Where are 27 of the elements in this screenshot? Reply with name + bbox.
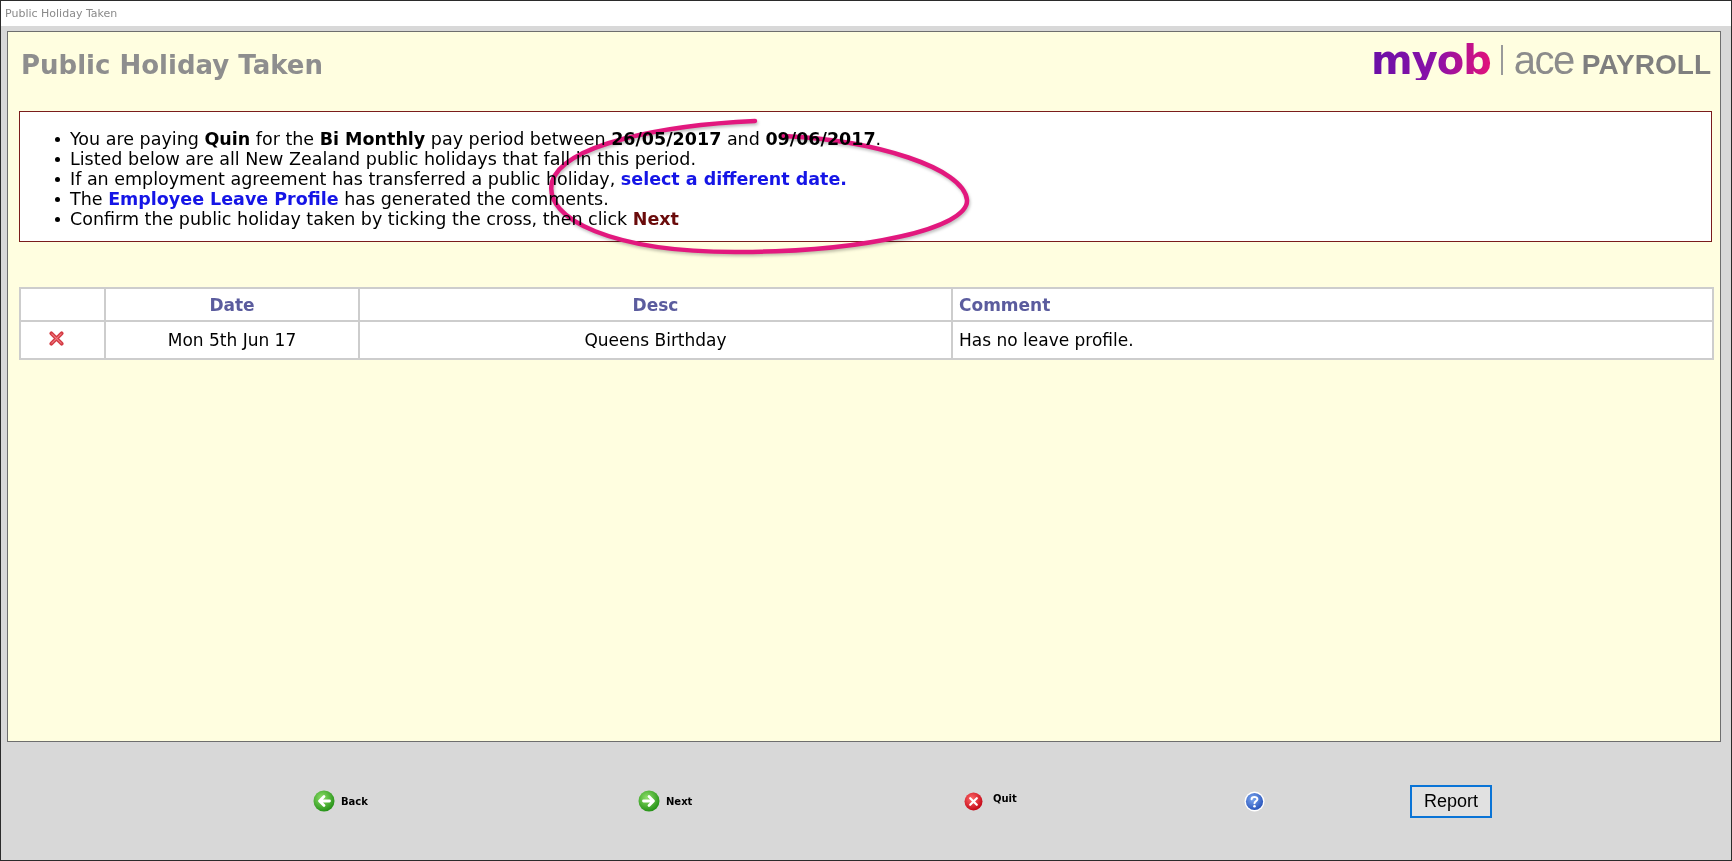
report-button[interactable]: Report — [1410, 784, 1492, 818]
logo-product: ace — [1513, 40, 1574, 80]
next-button[interactable]: Next — [638, 790, 693, 812]
page-heading: Public Holiday Taken — [20, 50, 323, 82]
cross-icon[interactable] — [49, 330, 64, 346]
column-header: Desc — [359, 288, 952, 321]
column-header: Date — [105, 288, 359, 321]
bullet-icon — [55, 136, 60, 142]
help-button[interactable] — [1244, 790, 1265, 812]
bullet-icon — [55, 196, 60, 202]
x-circle-icon — [964, 791, 983, 811]
text-link[interactable]: select a different date. — [620, 169, 847, 189]
column-header: Comment — [952, 288, 1713, 321]
instruction-text: Listed below are all New Zealand public holidays that fall in this period. — [70, 149, 696, 169]
help-icon — [1244, 790, 1265, 812]
table-cell: Mon 5th Jun 17 — [105, 321, 359, 359]
quit-button[interactable]: Quit — [964, 791, 1017, 811]
logo-edition: PAYROLL — [1581, 51, 1711, 79]
table-cell: Has no leave profile. — [952, 321, 1713, 359]
back-button[interactable]: Back — [313, 790, 368, 812]
bullet-icon — [55, 216, 60, 222]
logo-brand: myob — [1371, 40, 1491, 80]
bullet-icon — [55, 156, 60, 162]
bullet-icon — [55, 176, 60, 182]
text-link[interactable]: Employee Leave Profile — [108, 189, 339, 209]
window-title: Public Holiday Taken — [5, 7, 118, 20]
table-cell: Queens Birthday — [359, 321, 952, 359]
